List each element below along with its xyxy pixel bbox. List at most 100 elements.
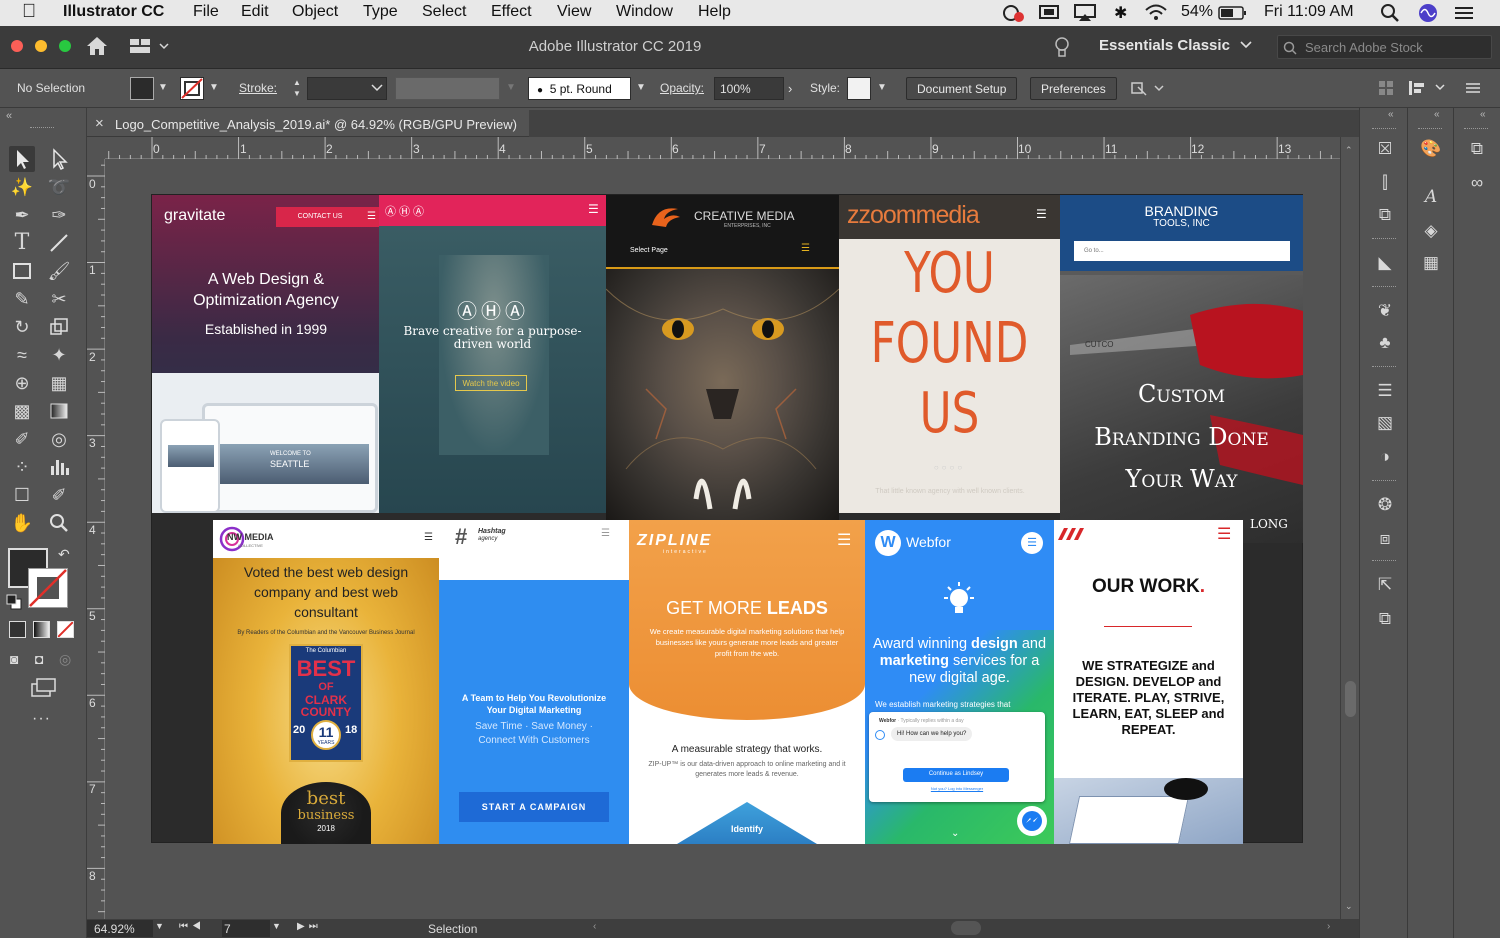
horizontal-ruler[interactable]: 0 1 2 3 4 5 6 7 8 9 10 11 12 13 (105, 137, 1340, 159)
document-setup-button[interactable]: Document Setup (906, 77, 1018, 100)
app-menu[interactable]: Illustrator CC (63, 3, 164, 21)
brush-dropdown[interactable]: ▼ (633, 77, 649, 100)
horizontal-scroll-thumb[interactable] (951, 921, 981, 935)
scroll-up-icon[interactable]: ⌃ (1345, 145, 1353, 156)
mockup-zipline[interactable]: ZIPLINE interactive ☰ GET MORE LEADS We … (629, 520, 865, 844)
close-tab-icon[interactable]: × (95, 115, 104, 132)
artboard-dropdown[interactable]: ▼ (272, 921, 281, 931)
artboards-panel-icon[interactable]: ⮽ (1372, 136, 1398, 162)
panel-grip[interactable] (30, 127, 54, 129)
width-tool-icon[interactable]: ≈ (9, 342, 35, 368)
screen-mode-icon[interactable] (31, 678, 57, 698)
character-panel-icon[interactable]: A (1418, 184, 1444, 210)
column-graph-tool-icon[interactable] (46, 454, 72, 480)
symbol-sprayer-tool-icon[interactable]: ⁘ (9, 454, 35, 480)
panel-grip[interactable] (1372, 286, 1396, 287)
type-tool-icon[interactable]: T (9, 230, 35, 256)
chevron-down-icon[interactable]: ⌄ (951, 828, 959, 839)
start-campaign-button[interactable]: START A CAMPAIGN (459, 792, 609, 822)
creative-cloud-status-icon[interactable] (1002, 4, 1026, 22)
window-minimize-button[interactable] (35, 40, 47, 52)
magic-wand-tool-icon[interactable]: ✨ (9, 174, 35, 200)
arrange-documents-icon[interactable] (130, 38, 174, 54)
lightbulb-icon[interactable] (1053, 36, 1071, 60)
workspace-switcher[interactable]: Essentials Classic (1099, 37, 1230, 54)
transparency-panel-icon[interactable]: ◣ (1372, 250, 1398, 276)
layers-panel-icon[interactable]: ◈ (1418, 218, 1444, 244)
hamburger-menu-icon[interactable]: ☰ (801, 243, 810, 254)
mockup-creative-media[interactable]: CREATIVE MEDIA ENTERPRISES, INC Select P… (606, 195, 839, 520)
airplay-icon[interactable] (1073, 4, 1097, 22)
carousel-dots[interactable]: ○○○○ (839, 463, 1060, 472)
mockup-our-work[interactable]: ☰ OUR WORK. WE STRATEGIZE and DESIGN. DE… (1054, 520, 1243, 844)
rectangle-tool-icon[interactable] (9, 258, 35, 284)
hamburger-menu-icon[interactable]: ☰ (424, 532, 433, 543)
default-fill-stroke-icon[interactable] (6, 594, 22, 610)
screen-share-icon[interactable] (1038, 4, 1060, 22)
libraries-panel-icon[interactable]: ⧉ (1464, 136, 1490, 162)
mockup-nw-media[interactable]: NW MEDIA COLLECTIVE ☰ Voted the best web… (213, 520, 439, 844)
menu-edit[interactable]: Edit (241, 3, 269, 21)
mockup-aha[interactable]: ⒶⒽⒶ ☰ ⒶⒽⒶ Brave creative for a purpose-d… (379, 195, 606, 513)
gravitate-contact-button[interactable]: CONTACT US (276, 207, 364, 227)
zoom-dropdown[interactable]: ▼ (155, 921, 164, 931)
blend-tool-icon[interactable]: ◎ (46, 426, 72, 452)
panel-grip[interactable] (1372, 128, 1396, 129)
menu-select[interactable]: Select (422, 3, 466, 21)
collapse-panel-icon[interactable]: « (1480, 109, 1486, 120)
eyedropper-tool-icon[interactable]: ✐ (9, 426, 35, 452)
panel-grip[interactable] (1372, 480, 1396, 481)
search-adobe-stock-input[interactable]: Search Adobe Stock (1277, 35, 1492, 59)
stroke-swatch[interactable] (180, 77, 204, 100)
continue-as-button[interactable]: Continue as Lindsey (903, 768, 1009, 782)
panel-grip[interactable] (1372, 366, 1396, 367)
scroll-thumb[interactable] (1345, 681, 1356, 717)
graphic-style-swatch[interactable] (847, 77, 871, 100)
shaper-tool-icon[interactable]: ✎ (9, 286, 35, 312)
puppet-warp-tool-icon[interactable]: ✦ (46, 342, 72, 368)
brushes-panel-icon[interactable]: ❦ (1372, 298, 1398, 324)
creative-cloud-panel-icon[interactable]: ∞ (1464, 170, 1490, 196)
document-tab[interactable]: × Logo_Competitive_Analysis_2019.ai* @ 6… (87, 110, 529, 137)
hamburger-menu-icon[interactable]: ☰ (1021, 532, 1043, 554)
color-mode-icon[interactable] (9, 621, 26, 638)
stroke-label[interactable]: Stroke: (239, 81, 277, 95)
wifi-icon[interactable] (1144, 3, 1168, 21)
collapse-panel-icon[interactable]: « (6, 110, 12, 122)
paintbrush-tool-icon[interactable]: 🖌 (46, 258, 72, 284)
scroll-left-icon[interactable]: ‹ (593, 921, 596, 932)
mockup-hashtag[interactable]: # Hashtag agency ☰ A Team to Help You Re… (439, 520, 629, 844)
mockup-webfor[interactable]: W Webfor ☰ Award winning design and mark… (865, 520, 1054, 844)
battery-percent[interactable]: 54% (1181, 3, 1213, 21)
slice-tool-icon[interactable]: ✐ (46, 482, 72, 508)
draw-normal-icon[interactable]: ◙ (10, 651, 18, 667)
artboard-tool-icon[interactable]: ☐ (9, 482, 35, 508)
menu-file[interactable]: File (193, 3, 219, 21)
gradient-panel-icon[interactable]: ▧ (1372, 410, 1398, 436)
opacity-label[interactable]: Opacity: (660, 81, 704, 95)
variable-width-profile[interactable] (395, 77, 500, 100)
notification-center-icon[interactable] (1453, 4, 1475, 22)
branding-goto-select[interactable]: Go to... (1074, 241, 1290, 261)
artboard[interactable]: gravitate CONTACT US ☰ A Web Design & Op… (151, 194, 1303, 844)
shape-builder-tool-icon[interactable]: ⊕ (9, 370, 35, 396)
brush-definition[interactable]: ● 5 pt. Round (528, 77, 631, 100)
bluetooth-icon[interactable]: ✱ (1114, 3, 1127, 23)
siri-icon[interactable] (1418, 3, 1438, 23)
lasso-tool-icon[interactable]: ➰ (46, 174, 72, 200)
zoom-tool-icon[interactable] (46, 510, 72, 536)
more-tools-icon[interactable]: ··· (32, 710, 51, 728)
apple-icon[interactable]:  (22, 1, 36, 23)
symbols-panel-icon[interactable]: ♣ (1372, 330, 1398, 356)
panel-menu-icon[interactable] (1465, 80, 1481, 96)
gradient-tool-icon[interactable] (46, 398, 72, 424)
preferences-button[interactable]: Preferences (1030, 77, 1117, 100)
menu-view[interactable]: View (557, 3, 591, 21)
creative-media-select-page[interactable]: Select Page (630, 247, 668, 254)
gradient-mode-icon[interactable] (33, 621, 50, 638)
panel-grip[interactable] (1418, 128, 1442, 129)
hamburger-menu-icon[interactable]: ☰ (601, 528, 610, 539)
hamburger-menu-icon[interactable]: ☰ (837, 530, 851, 550)
pathfinder-panel-icon[interactable]: ⧉ (1372, 202, 1398, 228)
graphic-styles-panel-icon[interactable]: ⧈ (1372, 526, 1398, 552)
